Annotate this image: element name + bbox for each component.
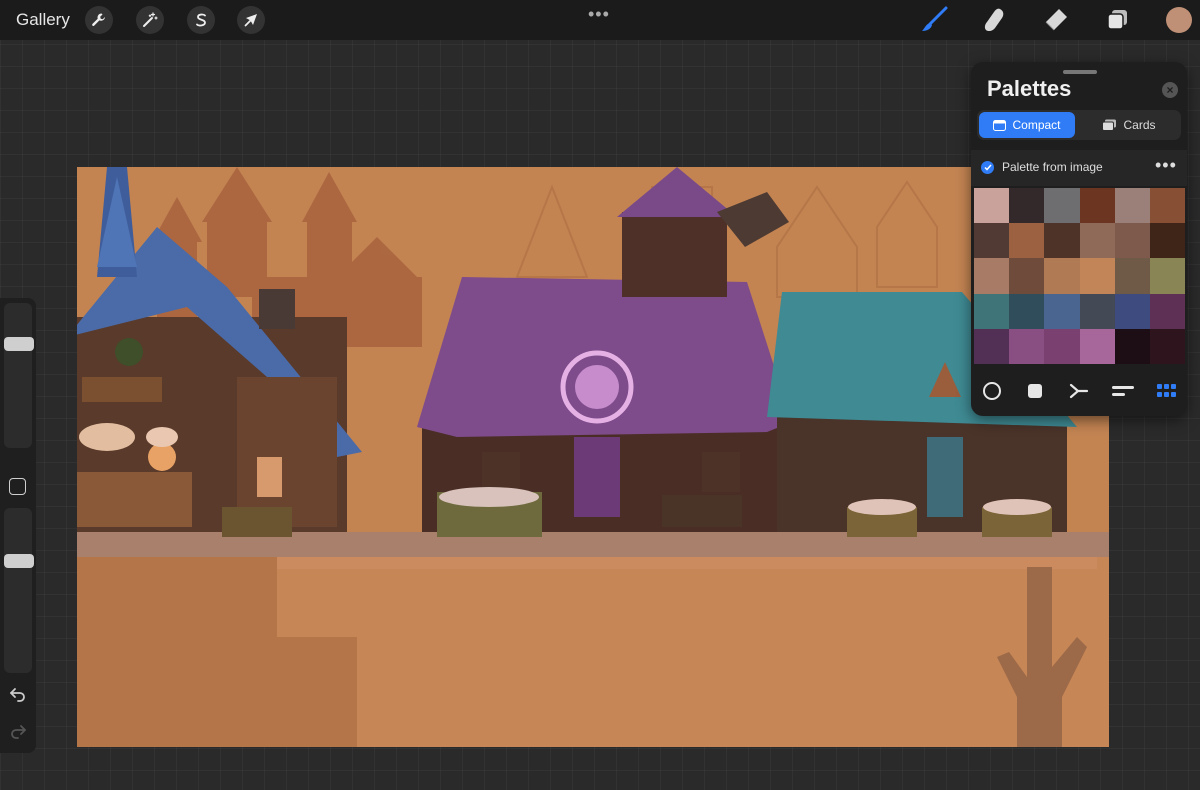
color-swatch[interactable] <box>974 328 1010 364</box>
color-swatch[interactable] <box>1009 258 1045 294</box>
color-square-icon[interactable] <box>1023 380 1047 402</box>
color-swatch[interactable] <box>1114 328 1150 364</box>
brush-size-thumb[interactable] <box>4 336 34 351</box>
opacity-thumb[interactable] <box>4 553 34 568</box>
color-swatch[interactable] <box>1009 223 1045 259</box>
color-swatch[interactable] <box>1149 293 1185 329</box>
default-palette-check-icon[interactable] <box>981 161 994 174</box>
artwork-canvas[interactable] <box>67 167 1109 748</box>
gallery-button[interactable]: Gallery <box>16 10 70 30</box>
brush-icon[interactable] <box>920 6 948 34</box>
brush-size-slider[interactable] <box>4 303 32 448</box>
color-swatch[interactable] <box>1079 293 1115 329</box>
color-swatch[interactable] <box>1044 328 1080 364</box>
top-toolbar: Gallery ••• <box>0 0 1200 40</box>
palette-header[interactable]: Palette from image ••• <box>971 150 1187 186</box>
color-swatch[interactable] <box>974 293 1010 329</box>
color-swatch[interactable] <box>974 223 1010 259</box>
color-swatch[interactable] <box>974 188 1010 224</box>
value-sliders-icon[interactable] <box>1111 380 1135 402</box>
palettes-panel: Palettes × Compact Cards Palette from im… <box>971 62 1187 416</box>
color-swatch[interactable] <box>974 258 1010 294</box>
palette-name[interactable]: Palette from image <box>1002 160 1103 174</box>
selection-s-icon[interactable] <box>187 6 215 34</box>
color-swatch[interactable] <box>1114 223 1150 259</box>
color-swatch[interactable] <box>1149 328 1185 364</box>
color-disc-icon[interactable] <box>980 380 1004 402</box>
redo-arrow-icon[interactable] <box>9 723 27 744</box>
pixel-art-town-illustration <box>67 167 1109 748</box>
color-swatch[interactable] <box>1009 293 1045 329</box>
color-swatch[interactable] <box>1079 328 1115 364</box>
more-options-icon[interactable]: ••• <box>588 4 610 25</box>
color-swatch[interactable] <box>1079 258 1115 294</box>
compact-view-button[interactable]: Compact <box>979 112 1075 138</box>
color-swatch[interactable] <box>1149 223 1185 259</box>
magic-wand-icon[interactable] <box>136 6 164 34</box>
compact-icon <box>993 119 1007 131</box>
current-color-swatch[interactable] <box>1166 7 1192 33</box>
modify-button[interactable] <box>9 478 26 495</box>
cards-label: Cards <box>1123 118 1156 132</box>
color-swatch[interactable] <box>1044 258 1080 294</box>
palette-more-icon[interactable]: ••• <box>1155 155 1177 176</box>
color-panel-tabs <box>971 376 1187 406</box>
close-x-icon[interactable]: × <box>1162 82 1178 98</box>
palettes-title: Palettes <box>987 76 1072 101</box>
color-swatch[interactable] <box>1079 188 1115 224</box>
palettes-grid-icon[interactable] <box>1155 380 1179 402</box>
layers-icon[interactable] <box>1103 6 1131 34</box>
view-mode-segment: Compact Cards <box>977 110 1181 140</box>
color-swatch[interactable] <box>1114 293 1150 329</box>
eraser-icon[interactable] <box>1042 6 1070 34</box>
color-swatch[interactable] <box>1079 223 1115 259</box>
undo-arrow-icon[interactable] <box>9 686 27 707</box>
color-swatch[interactable] <box>1044 293 1080 329</box>
color-swatch[interactable] <box>1044 188 1080 224</box>
color-swatch[interactable] <box>1044 223 1080 259</box>
arrow-cursor-icon[interactable] <box>237 6 265 34</box>
color-swatch[interactable] <box>1009 188 1045 224</box>
color-swatch[interactable] <box>1114 188 1150 224</box>
left-sidebar <box>0 298 36 753</box>
wrench-icon[interactable] <box>85 6 113 34</box>
smudge-finger-icon[interactable] <box>980 6 1008 34</box>
compact-label: Compact <box>1012 118 1061 132</box>
color-swatch[interactable] <box>1149 188 1185 224</box>
panel-grab-handle[interactable] <box>1063 70 1097 74</box>
harmony-icon[interactable] <box>1067 380 1091 402</box>
color-swatch[interactable] <box>1149 258 1185 294</box>
color-swatch[interactable] <box>1009 328 1045 364</box>
cards-icon <box>1102 119 1117 131</box>
cards-view-button[interactable]: Cards <box>1081 112 1177 138</box>
opacity-slider[interactable] <box>4 508 32 673</box>
palette-swatch-grid <box>974 188 1185 364</box>
color-swatch[interactable] <box>1114 258 1150 294</box>
